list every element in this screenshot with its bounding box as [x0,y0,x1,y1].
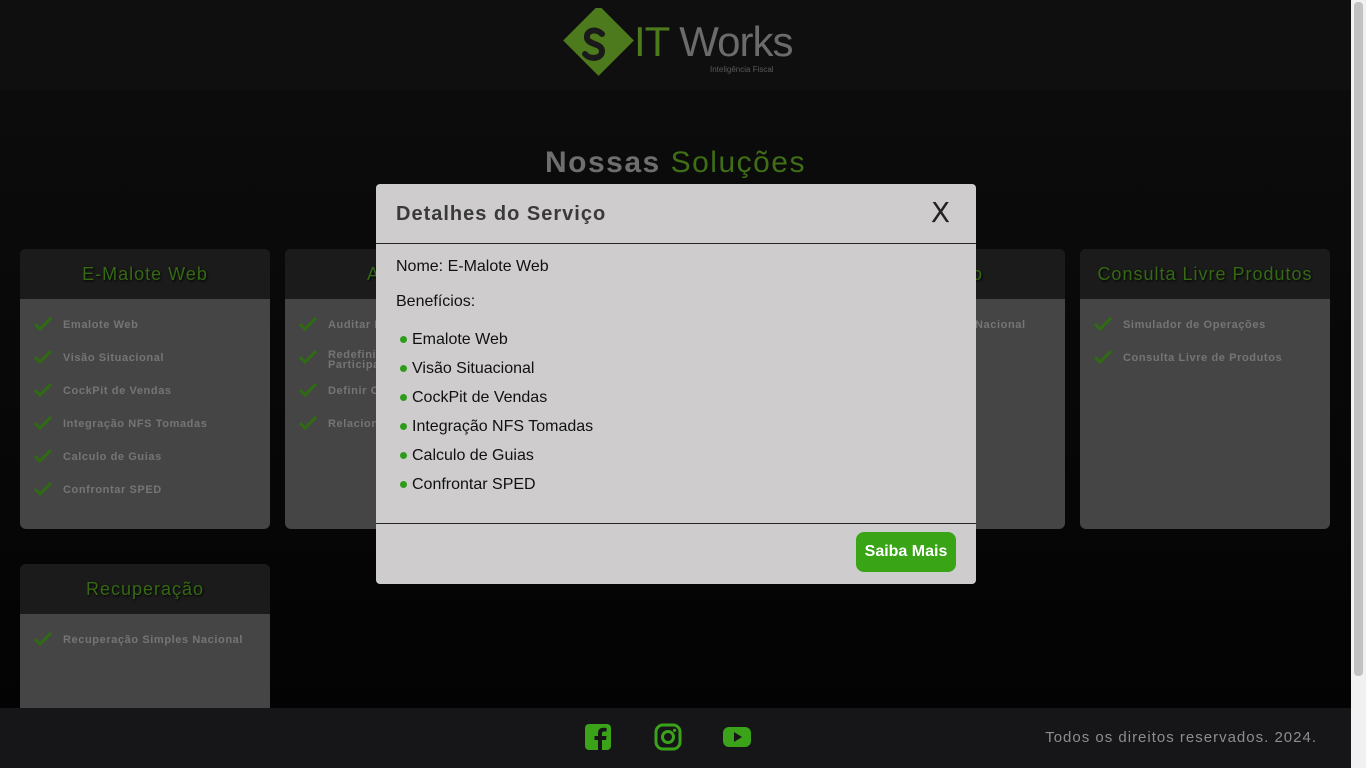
bullet-icon [400,481,407,488]
service-name: Nome: E-Malote Web [396,258,549,275]
card-item: Simulador de Operações [1094,317,1330,350]
bullet-icon [400,336,407,343]
check-icon [34,449,52,463]
card-title: E-Malote Web [20,249,270,299]
page-scrollbar[interactable] [1351,0,1366,768]
card-item: Recuperação Simples Nacional [34,632,270,665]
card-title: Consulta Livre Produtos [1080,249,1330,299]
card-title: Recuperação [20,564,270,614]
modal-title: Detalhes do Serviço [396,203,607,225]
check-icon [1094,350,1112,364]
solution-card-consulta[interactable]: Consulta Livre Produtos Simulador de Ope… [1080,249,1330,529]
benefits-list: Emalote Web Visão Situacional CockPit de… [396,331,956,505]
check-icon [1094,317,1112,331]
check-icon [299,383,317,397]
solution-card-emalote[interactable]: E-Malote Web Emalote Web Visão Situacion… [20,249,270,529]
service-details-modal: Detalhes do Serviço X Nome: E-Malote Web… [376,184,976,584]
benefit-item: Confrontar SPED [396,476,956,505]
card-item: Integração NFS Tomadas [34,416,270,449]
card-item: Calculo de Guias [34,449,270,482]
benefits-label: Benefícios: [396,293,476,310]
card-item: Nacional [975,319,1026,331]
benefit-item: Integração NFS Tomadas [396,418,956,447]
bullet-icon [400,394,407,401]
check-icon [34,632,52,646]
card-item: Consulta Livre de Produtos [1094,350,1330,383]
saiba-mais-button[interactable]: Saiba Mais [856,532,956,572]
site-header: IT Works Inteligência Fiscal [0,0,1351,90]
card-item: Visão Situacional [34,350,270,383]
youtube-icon[interactable] [722,722,752,752]
check-icon [34,317,52,331]
benefit-item: Emalote Web [396,331,956,360]
logo-wordmark: IT Works [634,18,793,65]
solution-card-recuperacao[interactable]: Recuperação Recuperação Simples Nacional [20,564,270,724]
bullet-icon [400,452,407,459]
check-icon [34,482,52,496]
scrollbar-thumb[interactable] [1354,2,1363,676]
card-item: CockPit de Vendas [34,383,270,416]
bullet-icon [400,423,407,430]
benefit-item: Calculo de Guias [396,447,956,476]
benefit-item: Visão Situacional [396,360,956,389]
card-item: Emalote Web [34,317,270,350]
copyright-text: Todos os direitos reservados. 2024. [1045,729,1317,746]
check-icon [299,317,317,331]
card-item: Confrontar SPED [34,482,270,515]
logo-mark-icon [563,5,634,76]
benefit-item: CockPit de Vendas [396,389,956,418]
section-title: Nossas Soluções [545,146,806,179]
bullet-icon [400,365,407,372]
check-icon [34,383,52,397]
itworks-logo[interactable]: IT Works Inteligência Fiscal [556,5,796,80]
modal-body: Nome: E-Malote Web Benefícios: Emalote W… [376,244,976,524]
close-button[interactable]: X [931,198,950,228]
logo-tagline: Inteligência Fiscal [710,65,774,74]
modal-header: Detalhes do Serviço X [376,184,976,244]
check-icon [34,350,52,364]
facebook-icon[interactable] [583,722,613,752]
check-icon [34,416,52,430]
site-footer: Todos os direitos reservados. 2024. [0,708,1351,768]
instagram-icon[interactable] [653,722,683,752]
check-icon [299,416,317,430]
check-icon [299,350,317,364]
